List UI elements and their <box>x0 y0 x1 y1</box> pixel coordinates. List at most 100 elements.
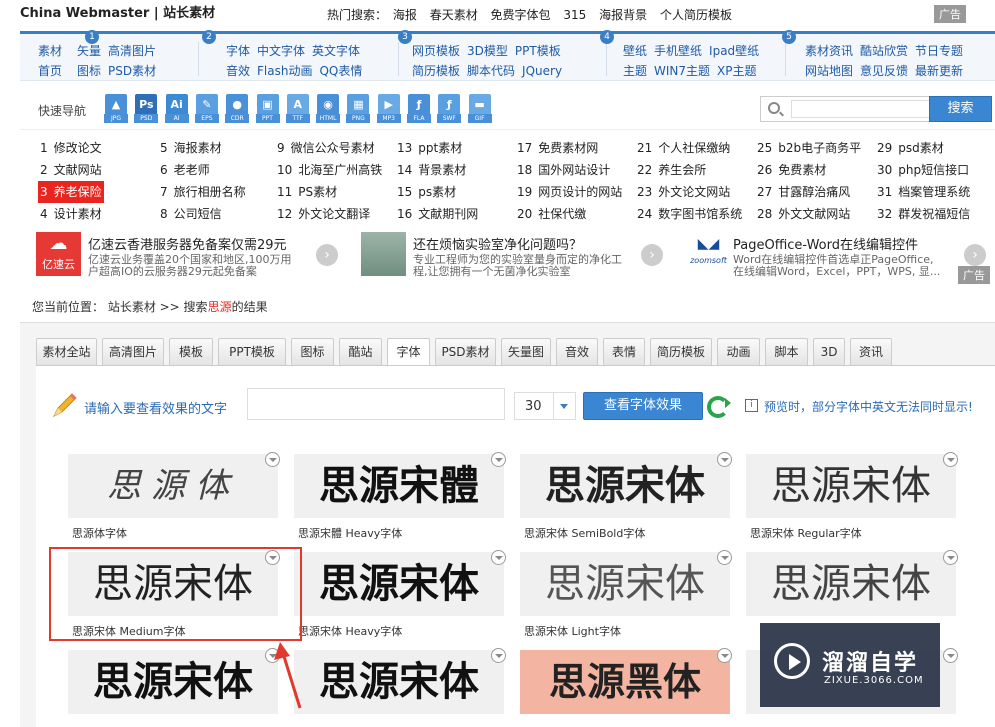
chevron-down-icon[interactable] <box>943 550 958 565</box>
chevron-down-icon[interactable] <box>943 648 958 663</box>
chevron-right-icon[interactable]: › <box>964 244 986 266</box>
tab-1[interactable]: 高清图片 <box>102 338 164 366</box>
hot-search-term[interactable]: 免费字体包 <box>491 8 551 22</box>
font-card[interactable]: 思源宋体思源宋体 Heavy字体 <box>294 550 506 648</box>
font-name[interactable]: 思源宋体 Light字体 <box>524 623 621 639</box>
hot-search-term[interactable]: 个人简历模板 <box>660 8 732 22</box>
font-preview[interactable]: 思源黑体 <box>520 650 730 714</box>
popular-link[interactable]: 8 公司短信 <box>158 203 224 225</box>
popular-link[interactable]: 19 网页设计的网站 <box>515 181 624 203</box>
popular-link[interactable]: 20 社保代缴 <box>515 203 588 225</box>
popular-link[interactable]: 11 PS素材 <box>275 181 339 203</box>
nav-link[interactable]: 网页模板 <box>412 44 460 58</box>
font-card[interactable]: 思源宋体 思源宋体 SemiBold字体 <box>520 452 732 550</box>
search-input[interactable] <box>791 100 941 118</box>
popular-link[interactable]: 14 背景素材 <box>395 159 468 181</box>
nav-link[interactable]: 主题 <box>623 64 647 78</box>
popular-link[interactable]: 12 外文论文翻译 <box>275 203 372 225</box>
font-card[interactable]: 思源宋体 <box>294 648 506 727</box>
tab-9[interactable]: 音效 <box>556 338 598 366</box>
chevron-down-icon[interactable] <box>943 452 958 467</box>
ppt-icon[interactable]: ▣ PPT <box>255 94 280 124</box>
ad-title[interactable]: PageOffice-Word在线编辑控件 <box>733 234 918 253</box>
nav-link[interactable]: 素材 <box>38 44 62 58</box>
nav-link[interactable]: 音效 <box>226 64 250 78</box>
tab-13[interactable]: 脚本 <box>765 338 808 366</box>
font-name[interactable]: 思源宋体 Regular字体 <box>750 525 862 541</box>
nav-link[interactable]: XP主题 <box>717 64 756 78</box>
popular-link[interactable]: 32 群发祝福短信 <box>875 203 972 225</box>
popular-link[interactable]: 24 数字图书馆系统 <box>635 203 744 225</box>
nav-link[interactable]: 图标 <box>77 64 101 78</box>
hot-search-term[interactable]: 春天素材 <box>430 8 478 22</box>
popular-link[interactable]: 5 海报素材 <box>158 137 224 159</box>
font-name[interactable]: 思源宋体 Heavy字体 <box>298 623 402 639</box>
eps-icon[interactable]: ✎ EPS <box>194 94 219 124</box>
font-name[interactable]: 思源宋體 Heavy字体 <box>298 525 402 541</box>
jpg-icon[interactable]: ▲ JPG <box>104 94 128 124</box>
popular-link[interactable]: 18 国外网站设计 <box>515 159 612 181</box>
html-icon[interactable]: ◉ HTML <box>316 94 341 124</box>
nav-link[interactable]: 素材资讯 <box>805 44 853 58</box>
swf-icon[interactable]: ƒ SWF <box>437 94 462 124</box>
fla-icon[interactable]: ƒ FLA <box>407 94 431 124</box>
nav-link[interactable]: 意见反馈 <box>860 64 908 78</box>
popular-link[interactable]: 1 修改论文 <box>38 137 104 159</box>
font-card[interactable]: 思源宋体 <box>68 648 280 727</box>
nav-link[interactable]: 最新更新 <box>915 64 963 78</box>
site-logo[interactable]: China Webmaster | 站长素材 <box>20 2 215 21</box>
popular-link[interactable]: 9 微信公众号素材 <box>275 137 377 159</box>
nav-link[interactable]: QQ表情 <box>319 64 362 78</box>
nav-link[interactable]: Ipad壁纸 <box>709 44 759 58</box>
popular-link[interactable]: 13 ppt素材 <box>395 137 464 159</box>
chevron-down-icon[interactable] <box>491 550 506 565</box>
nav-link[interactable]: PPT模板 <box>515 44 561 58</box>
font-preview[interactable]: 思源宋体 <box>294 552 504 616</box>
tab-3[interactable]: PPT模板 <box>218 338 286 366</box>
font-name[interactable]: 思源体字体 <box>72 525 127 541</box>
preview-font-button[interactable]: 查看字体效果 <box>583 392 703 420</box>
ad-item[interactable]: 还在烦恼实验室净化问题吗？ 专业工程师为您的实验室量身而定的净化工 程,让您拥有一… <box>361 232 663 282</box>
popular-link[interactable]: 17 免费素材网 <box>515 137 600 159</box>
popular-link[interactable]: 16 文献期刊网 <box>395 203 480 225</box>
mp3-icon[interactable]: ▶ MP3 <box>376 94 401 124</box>
tab-12[interactable]: 动画 <box>717 338 760 366</box>
nav-link[interactable]: JQuery <box>522 64 562 78</box>
popular-link[interactable]: 2 文献网站 <box>38 159 104 181</box>
search-button[interactable]: 搜索 <box>929 96 992 122</box>
breadcrumb-prefix[interactable]: 您当前位置： 站长素材 >> 搜索 <box>32 300 208 314</box>
chevron-down-icon[interactable] <box>265 452 280 467</box>
nav-link[interactable]: 简历模板 <box>412 64 460 78</box>
font-preview[interactable]: 思源宋体 <box>294 650 504 714</box>
nav-link[interactable]: 脚本代码 <box>467 64 515 78</box>
popular-link[interactable]: 15 ps素材 <box>395 181 458 203</box>
hot-search-term[interactable]: 315 <box>563 8 586 22</box>
popular-link[interactable]: 26 免费素材 <box>755 159 828 181</box>
font-preview[interactable]: 思源宋体 <box>746 552 956 616</box>
chevron-down-icon[interactable] <box>491 452 506 467</box>
nav-link[interactable]: 酷站欣赏 <box>860 44 908 58</box>
tab-8[interactable]: 矢量图 <box>501 338 551 366</box>
cdr-icon[interactable]: ● CDR <box>225 94 250 124</box>
ad-title[interactable]: 亿速云香港服务器免备案仅需29元 <box>88 234 287 253</box>
nav-link[interactable]: WIN7主题 <box>654 64 710 78</box>
nav-link[interactable]: 字体 <box>226 44 250 58</box>
popular-link[interactable]: 4 设计素材 <box>38 203 104 225</box>
tab-7[interactable]: PSD素材 <box>435 338 496 366</box>
nav-link[interactable]: PSD素材 <box>108 64 156 78</box>
popular-link[interactable]: 22 养生会所 <box>635 159 708 181</box>
popular-link[interactable]: 7 旅行相册名称 <box>158 181 248 203</box>
font-card[interactable]: 思源体 思源体字体 <box>68 452 280 550</box>
popular-link[interactable]: 3 养老保险 <box>38 181 104 203</box>
ttf-icon[interactable]: A TTF <box>285 94 310 124</box>
nav-link[interactable]: Flash动画 <box>257 64 312 78</box>
hot-search-term[interactable]: 海报 <box>393 8 417 22</box>
nav-link[interactable]: 节日专题 <box>915 44 963 58</box>
popular-link[interactable]: 25 b2b电子商务平 <box>755 137 863 159</box>
tab-4[interactable]: 图标 <box>291 338 334 366</box>
nav-link[interactable]: 首页 <box>38 64 62 78</box>
ai-icon[interactable]: Ai AI <box>164 94 189 124</box>
font-preview[interactable]: 思源宋體 <box>294 454 504 518</box>
font-name[interactable]: 思源宋体 SemiBold字体 <box>524 525 645 541</box>
tab-15[interactable]: 资讯 <box>850 338 892 366</box>
